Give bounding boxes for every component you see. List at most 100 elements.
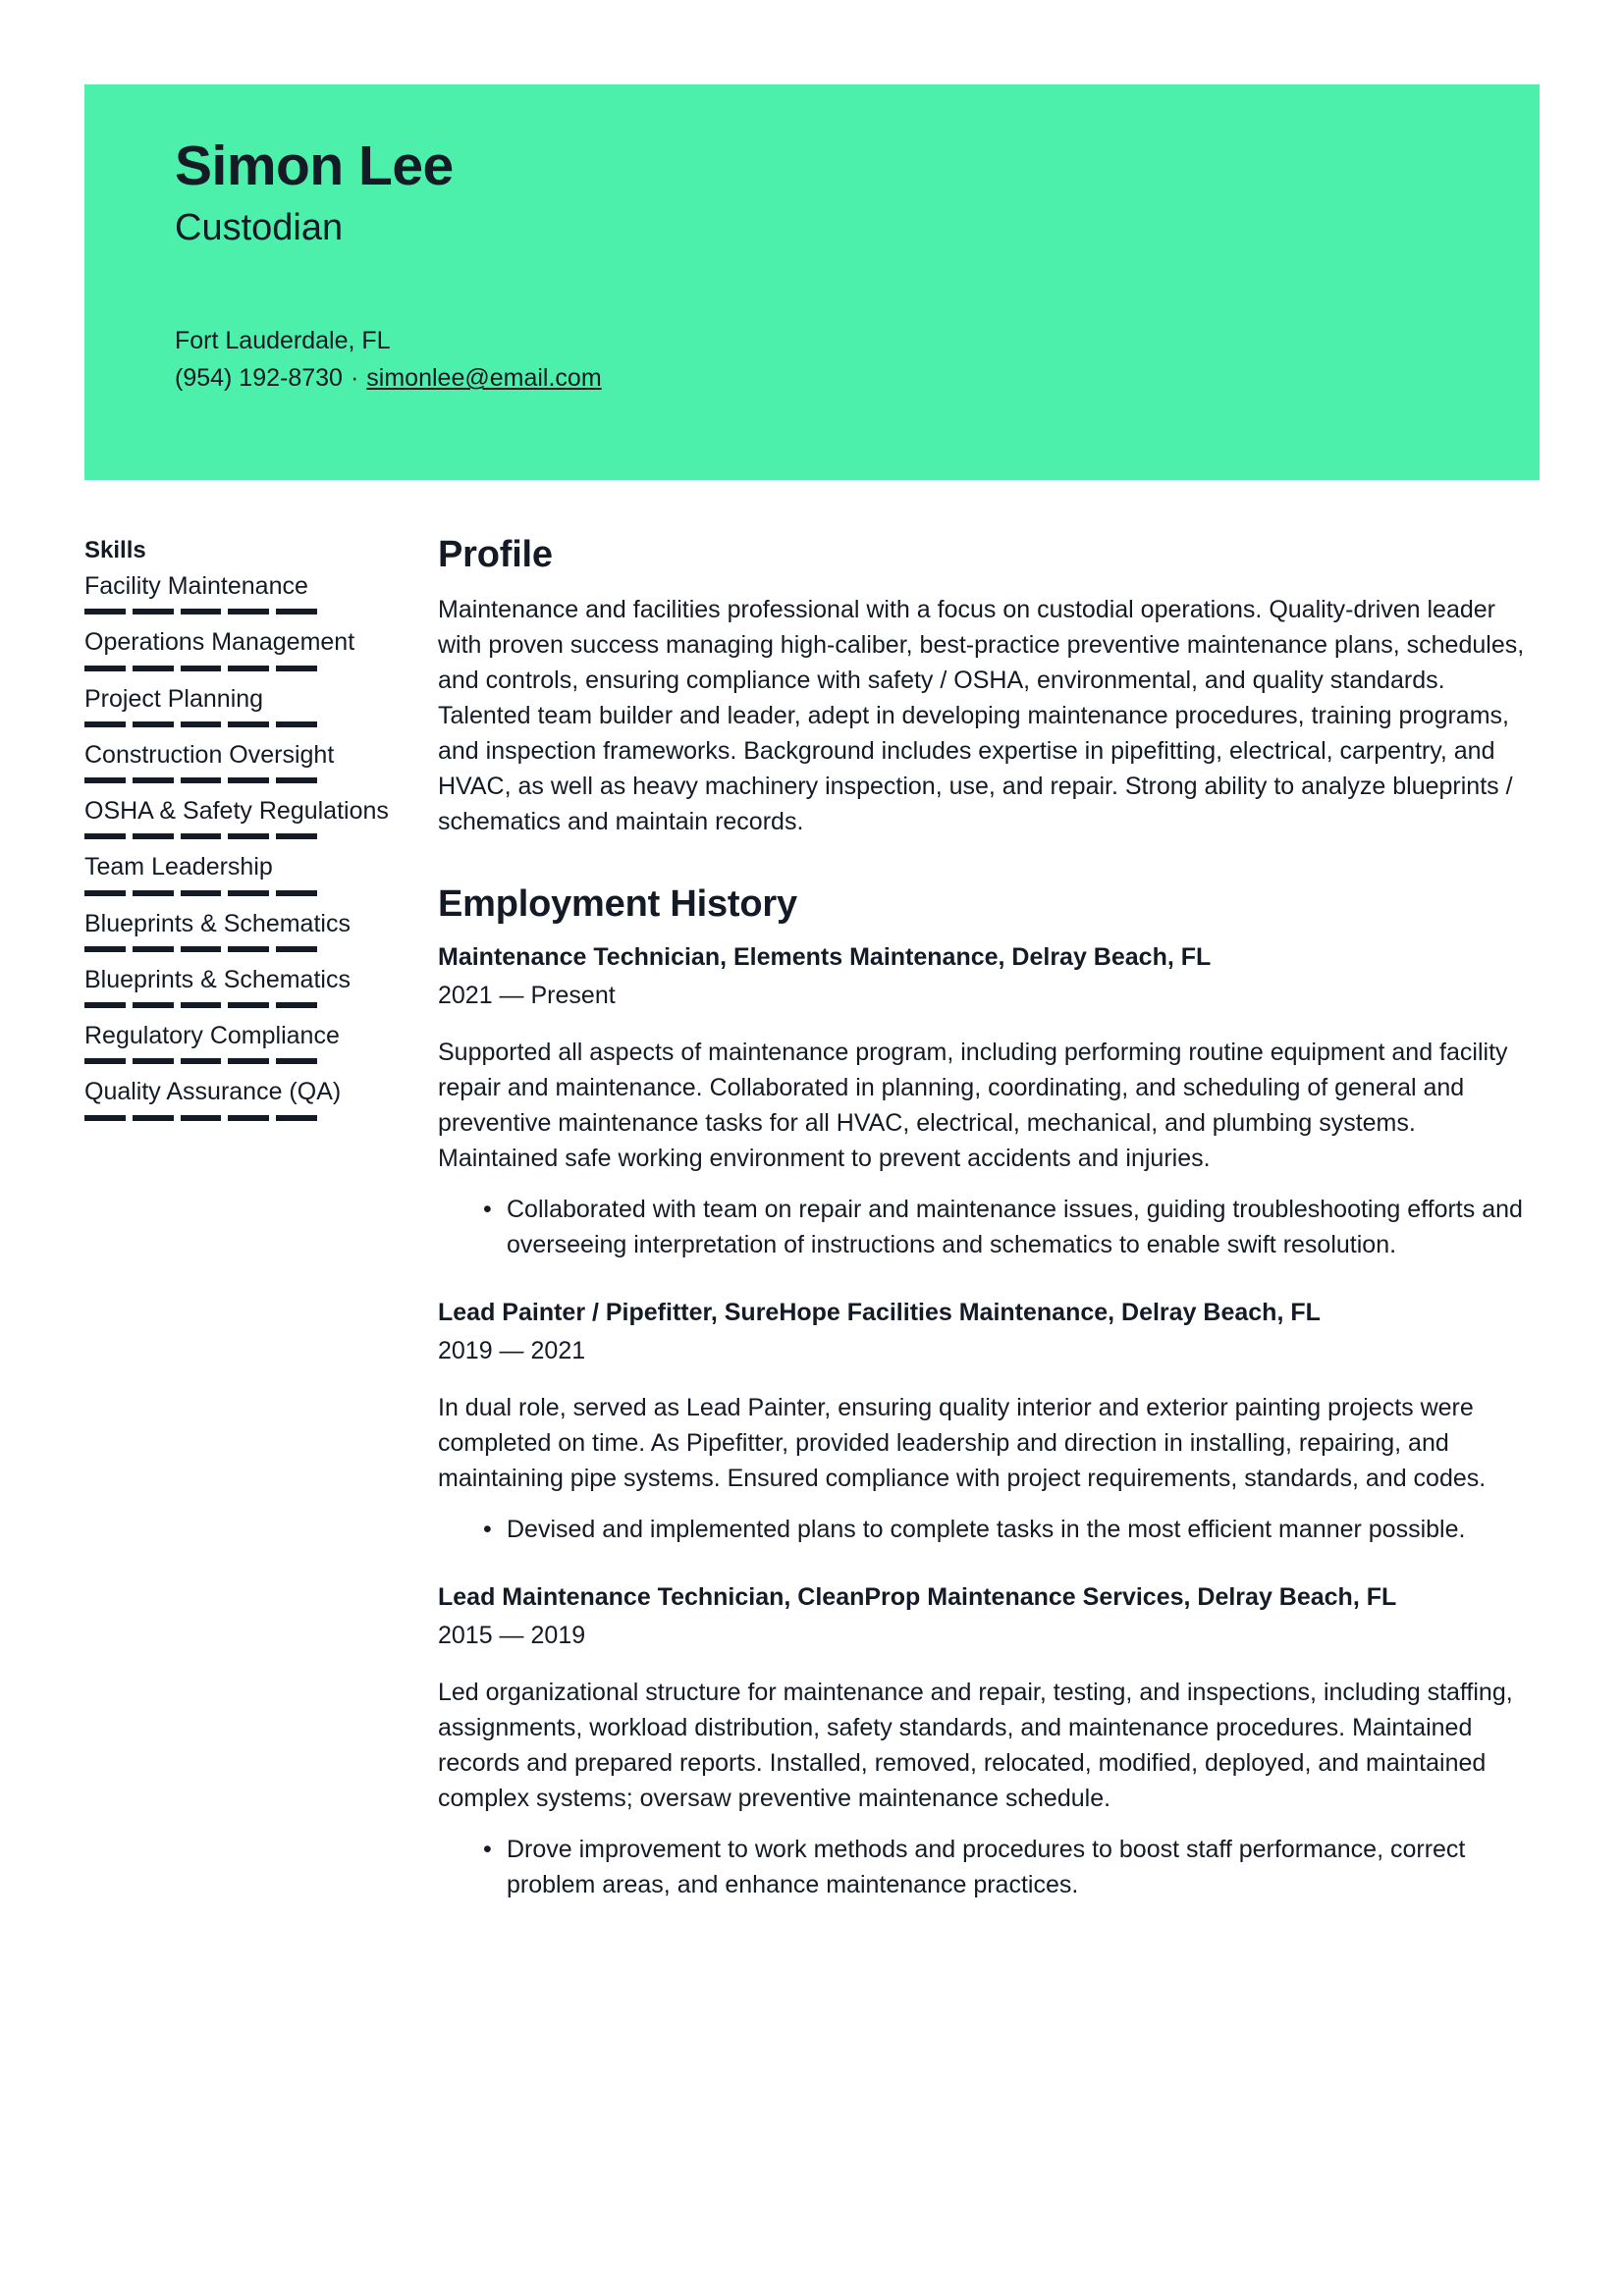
skill-rating-segment <box>180 1002 222 1009</box>
profile-section-heading: Profile <box>438 534 553 575</box>
skill-rating-segment <box>180 777 222 784</box>
skill-item: Operations Management <box>84 624 404 671</box>
skill-rating-segment <box>276 609 317 615</box>
skill-rating-segment <box>84 665 126 671</box>
employment-dates: 2021 — Present <box>438 982 616 1010</box>
skill-rating-segment <box>180 721 222 727</box>
skill-label: Operations Management <box>84 628 355 657</box>
skill-rating-segment <box>132 1058 174 1065</box>
skill-rating-bar <box>84 665 317 671</box>
employment-title: Maintenance Technician, Elements Mainten… <box>438 943 1212 972</box>
skill-label: OSHA & Safety Regulations <box>84 797 389 826</box>
skill-rating-segment <box>228 665 270 671</box>
employment-history-list: Maintenance Technician, Elements Mainten… <box>438 940 1540 1902</box>
sidebar-skills-column: Skills Facility Maintenance Operations Ma… <box>84 533 404 1131</box>
skill-rating-segment <box>228 833 270 840</box>
contact-separator: · <box>350 364 359 393</box>
skill-rating-segment <box>276 1058 317 1065</box>
skill-rating-segment <box>228 1002 270 1009</box>
contact-details: Fort Lauderdale, FL (954) 192-8730 · simon… <box>175 322 1540 397</box>
skill-label: Project Planning <box>84 684 264 713</box>
skills-list: Facility Maintenance Operations Managemen… <box>84 568 404 1121</box>
employment-bullet: Collaborated with team on repair and mai… <box>479 1192 1540 1262</box>
skill-rating-segment <box>276 721 317 727</box>
skill-rating-segment <box>276 833 317 840</box>
skills-section-heading: Skills <box>84 537 146 563</box>
skill-rating-segment <box>180 609 222 615</box>
skill-item: Facility Maintenance <box>84 568 404 615</box>
skill-rating-segment <box>276 945 317 952</box>
skill-rating-segment <box>84 889 126 896</box>
skill-rating-segment <box>180 945 222 952</box>
employment-entry: Lead Painter / Pipefitter, SureHope Faci… <box>438 1296 1540 1547</box>
skill-rating-bar <box>84 945 317 952</box>
skill-rating-segment <box>84 1114 126 1121</box>
employment-bullet-list: Collaborated with team on repair and mai… <box>438 1192 1540 1262</box>
skill-rating-bar <box>84 609 317 615</box>
resume-body: Skills Facility Maintenance Operations Ma… <box>84 533 1540 1902</box>
skill-item: Blueprints & Schematics <box>84 906 404 952</box>
skill-rating-segment <box>276 1114 317 1121</box>
skill-item: Project Planning <box>84 681 404 727</box>
skill-rating-segment <box>228 1058 270 1065</box>
skill-rating-segment <box>276 889 317 896</box>
skill-rating-bar <box>84 1058 317 1065</box>
skill-rating-segment <box>228 721 270 727</box>
skill-label: Blueprints & Schematics <box>84 965 351 993</box>
contact-location: Fort Lauderdale, FL <box>175 327 391 355</box>
skill-item: Blueprints & Schematics <box>84 962 404 1009</box>
skill-rating-segment <box>132 889 174 896</box>
skill-rating-segment <box>228 945 270 952</box>
employment-section-heading: Employment History <box>438 882 797 925</box>
skill-rating-segment <box>228 777 270 784</box>
skill-rating-segment <box>276 777 317 784</box>
skill-rating-bar <box>84 721 317 727</box>
employment-title: Lead Painter / Pipefitter, SureHope Faci… <box>438 1299 1321 1327</box>
contact-email-link[interactable]: simonlee@email.com <box>366 364 601 392</box>
employment-dates: 2015 — 2019 <box>438 1622 586 1650</box>
skill-item: Team Leadership <box>84 849 404 896</box>
employment-bullet-list: Devised and implemented plans to complet… <box>438 1512 1540 1547</box>
skill-rating-segment <box>84 945 126 952</box>
skill-rating-segment <box>180 1114 222 1121</box>
skill-rating-segment <box>132 777 174 784</box>
skill-rating-bar <box>84 777 317 784</box>
profile-paragraph: Maintenance and facilities professional … <box>438 595 1525 835</box>
skill-rating-segment <box>228 889 270 896</box>
resume-page: Simon Lee Custodian Fort Lauderdale, FL … <box>0 0 1624 2296</box>
skill-rating-bar <box>84 1002 317 1009</box>
skill-rating-segment <box>180 889 222 896</box>
employment-bullet: Devised and implemented plans to complet… <box>479 1512 1540 1547</box>
skill-label: Team Leadership <box>84 853 273 881</box>
skill-rating-segment <box>276 665 317 671</box>
skill-rating-segment <box>132 665 174 671</box>
skill-rating-segment <box>84 721 126 727</box>
employment-title: Lead Maintenance Technician, CleanProp M… <box>438 1583 1397 1612</box>
skill-rating-segment <box>276 1002 317 1009</box>
skill-rating-segment <box>228 1114 270 1121</box>
employment-description: Led organizational structure for mainten… <box>438 1679 1513 1813</box>
skill-item: Regulatory Compliance <box>84 1018 404 1065</box>
skill-label: Facility Maintenance <box>84 572 308 601</box>
skill-rating-segment <box>132 609 174 615</box>
employment-bullet: Drove improvement to work methods and pr… <box>479 1832 1540 1902</box>
skill-rating-segment <box>132 1114 174 1121</box>
skill-label: Regulatory Compliance <box>84 1022 340 1050</box>
skill-rating-bar <box>84 833 317 840</box>
skill-rating-segment <box>84 777 126 784</box>
skill-rating-segment <box>132 833 174 840</box>
employment-bullet-list: Drove improvement to work methods and pr… <box>438 1832 1540 1902</box>
skill-item: OSHA & Safety Regulations <box>84 793 404 840</box>
skill-rating-segment <box>132 721 174 727</box>
candidate-job-title: Custodian <box>175 206 344 248</box>
skill-rating-segment <box>84 609 126 615</box>
employment-description: In dual role, served as Lead Painter, en… <box>438 1394 1487 1493</box>
skill-item: Quality Assurance (QA) <box>84 1074 404 1121</box>
employment-entry: Lead Maintenance Technician, CleanProp M… <box>438 1580 1540 1902</box>
contact-phone: (954) 192-8730 <box>175 364 343 393</box>
employment-entry: Maintenance Technician, Elements Mainten… <box>438 940 1540 1262</box>
skill-rating-segment <box>180 1058 222 1065</box>
skill-rating-segment <box>228 609 270 615</box>
skill-rating-segment <box>132 945 174 952</box>
skill-rating-segment <box>84 1002 126 1009</box>
